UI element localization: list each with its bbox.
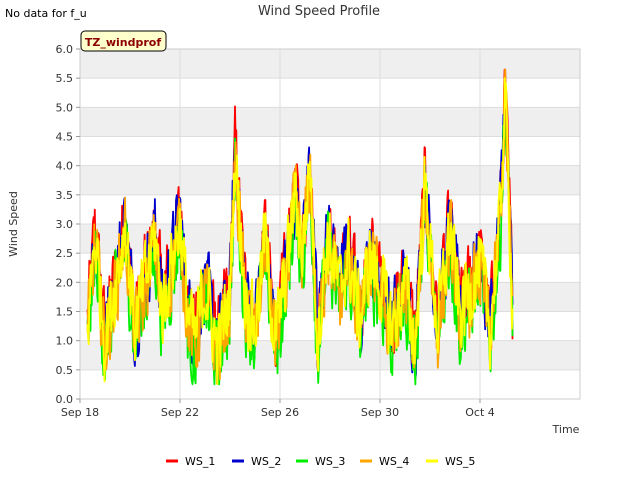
x-tick-label: Sep 22 — [161, 406, 199, 419]
wind-speed-chart: Wind Speed Profile 0.0 0.5 1.0 1.5 2.0 2.5 3.0… — [7, 4, 581, 468]
y-tick-label: 2.5 — [56, 247, 74, 260]
y-tick-label: 3.5 — [56, 189, 74, 202]
y-tick-label: 2.0 — [56, 276, 74, 289]
y-tick-label: 0.0 — [56, 393, 74, 406]
grid-band — [80, 340, 580, 370]
x-tick-label: Sep 26 — [261, 406, 299, 419]
legend-label-ws_3: WS_3 — [315, 455, 345, 468]
legend-label-ws_1: WS_1 — [185, 455, 215, 468]
legend-label-ws_4: WS_4 — [379, 455, 409, 468]
y-tick-label: 6.0 — [56, 43, 74, 56]
x-axis-label: Time — [552, 423, 580, 436]
y-tick-label: 4.5 — [56, 131, 74, 144]
y-tick-label: 4.0 — [56, 160, 74, 173]
y-tick-label: 0.5 — [56, 364, 74, 377]
y-tick-label: 5.0 — [56, 101, 74, 114]
legend-label-ws_2: WS_2 — [251, 455, 281, 468]
y-tick-label: 1.0 — [56, 335, 74, 348]
legend-label-ws_5: WS_5 — [445, 455, 475, 468]
y-axis-label: Wind Speed — [7, 191, 20, 257]
y-tick-label: 1.5 — [56, 306, 74, 319]
chart-title: Wind Speed Profile — [258, 4, 380, 19]
tag-label: TZ_windprof — [85, 36, 161, 49]
y-tick-label: 3.0 — [56, 218, 74, 231]
x-tick-label: Sep 18 — [61, 406, 99, 419]
x-tick-label: Oct 4 — [465, 406, 495, 419]
tag-box: TZ_windprof — [80, 30, 167, 52]
x-axis-ticks: Sep 18 Sep 22 Sep 26 Sep 30 Oct 4 — [61, 399, 495, 419]
y-tick-label: 5.5 — [56, 72, 74, 85]
legend: WS_1 WS_2 WS_3 WS_4 WS_5 — [166, 455, 475, 468]
y-axis-ticks: 0.0 0.5 1.0 1.5 2.0 2.5 3.0 3.5 4.0 4.5 5.0 5.5 6.0 — [56, 43, 80, 406]
x-tick-label: Sep 30 — [361, 406, 399, 419]
grid-band — [80, 165, 580, 195]
